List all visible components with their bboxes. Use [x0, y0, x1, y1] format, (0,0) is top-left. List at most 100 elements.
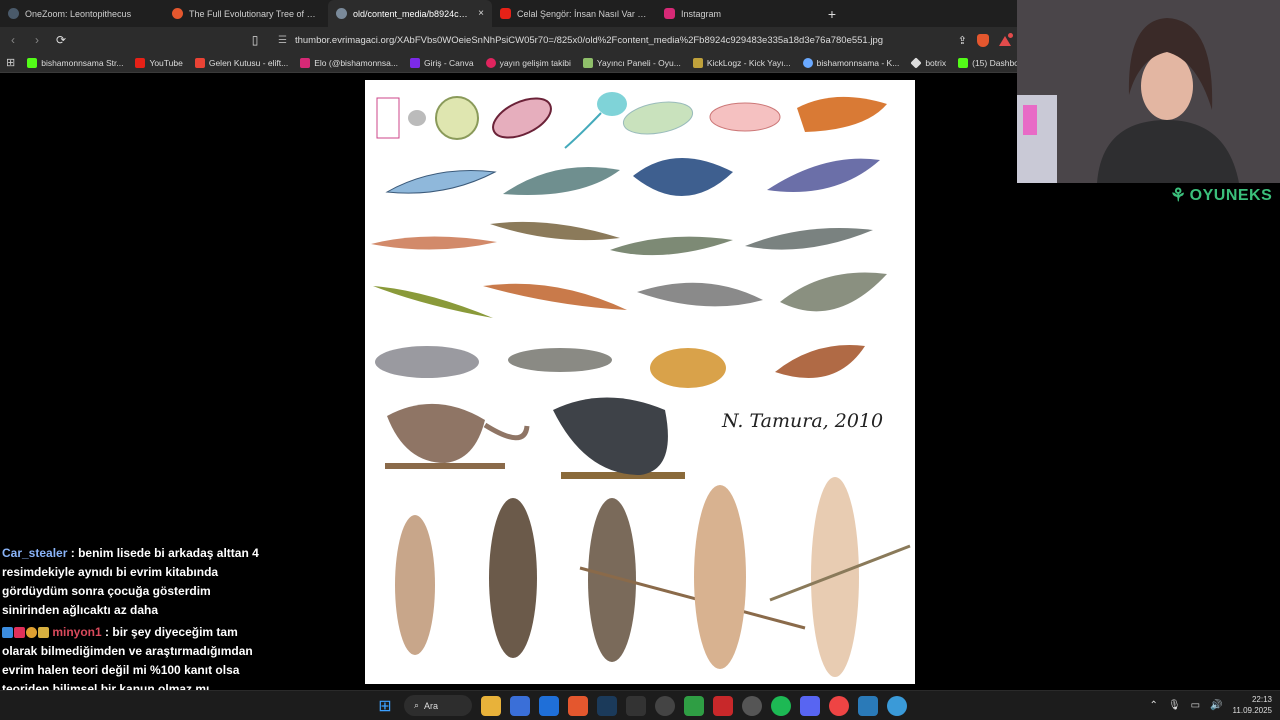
search-label: Ara — [424, 700, 439, 711]
webcam-feed — [1017, 0, 1280, 183]
botrix-icon — [910, 56, 922, 69]
app-icon[interactable] — [858, 695, 878, 716]
back-arrow-icon[interactable]: ‹ — [6, 33, 20, 47]
system-tray: ⌃ 🎙 ▭ 🔊 22:13 11.09.2025 — [1150, 694, 1272, 716]
url-field[interactable]: ☰ thumbor.evrimagaci.org/XAbFVbs0WOeieSn… — [272, 30, 948, 50]
bookmark-item[interactable]: YouTube — [135, 57, 183, 68]
tab-evolutionary-tree[interactable]: The Full Evolutionary Tree of Human — [164, 0, 328, 27]
worm — [797, 96, 887, 132]
tetrapodomorph — [371, 236, 497, 250]
bookmark-label: yayın gelişim takibi — [499, 57, 571, 68]
tab-label: old/content_media/b8924c929483 — [353, 8, 472, 19]
forward-arrow-icon[interactable]: › — [30, 33, 44, 47]
dashboard-icon — [958, 57, 969, 68]
address-bar-row: ‹ › ⟳ ▯ ☰ thumbor.evrimagaci.org/XAbFVbs… — [0, 27, 1017, 53]
evolution-drawing — [371, 92, 911, 677]
bacterium-cluster — [408, 110, 426, 126]
bookmark-label: botrix — [925, 57, 947, 68]
bookmark-label: YouTube — [149, 57, 183, 68]
bookmark-label: KickLogz - Kick Yayı... — [706, 57, 791, 68]
bookmark-icon[interactable]: ▯ — [248, 33, 262, 47]
globe-icon[interactable] — [887, 695, 907, 716]
obs-icon[interactable] — [655, 695, 675, 716]
chat-message: Car_stealer : benim lisede bi arkadaş al… — [2, 544, 260, 620]
volume-icon[interactable]: 🔊 — [1210, 700, 1222, 711]
bookmark-item[interactable]: botrix — [910, 56, 947, 69]
early-primate — [650, 348, 726, 388]
settings-gear-icon[interactable] — [742, 695, 762, 716]
bookmark-item[interactable]: yayın gelişim takibi — [485, 57, 571, 68]
tab-instagram[interactable]: Instagram — [656, 0, 820, 27]
cynodont — [637, 282, 763, 307]
tab-onezoom[interactable]: OneZoom: Leontopithecus — [0, 0, 164, 27]
display-icon[interactable]: ▭ — [1191, 700, 1200, 711]
xbox-icon[interactable] — [684, 695, 704, 716]
bookmarks-bar: ⊞ bishamonnsama Str... YouTube Gelen Kut… — [0, 53, 1056, 73]
tab-label: OneZoom: Leontopithecus — [25, 8, 132, 19]
youtube-favicon-icon — [500, 8, 511, 19]
taskbar-search[interactable]: ⌕ Ara — [404, 695, 472, 716]
lizard — [373, 286, 493, 318]
file-explorer-icon[interactable] — [481, 695, 501, 716]
shrew-like-mammal — [375, 346, 479, 378]
tab-celal-sengor[interactable]: Celal Şengör: İnsan Nasıl Var Oldu? — [492, 0, 656, 27]
globe-favicon-icon — [336, 8, 347, 19]
reload-icon[interactable]: ⟳ — [54, 33, 68, 47]
evolution-illustration[interactable]: N. Tamura, 2010 — [365, 80, 915, 684]
branch — [385, 463, 505, 469]
windows-start-icon[interactable]: ⊞ — [375, 696, 395, 716]
epic-games-icon[interactable] — [626, 695, 646, 716]
led-light — [1023, 105, 1037, 135]
bookmark-item[interactable]: KickLogz - Kick Yayı... — [692, 57, 791, 68]
instagram-icon — [300, 57, 311, 68]
site-settings-icon[interactable]: ☰ — [278, 35, 287, 46]
chevron-up-icon[interactable]: ⌃ — [1150, 700, 1158, 711]
bookmark-item[interactable]: Elo (@bishamonnsa... — [300, 57, 398, 68]
spotify-icon[interactable] — [771, 695, 791, 716]
clock[interactable]: 22:13 11.09.2025 — [1233, 694, 1272, 716]
apps-grid-icon[interactable]: ⊞ — [6, 56, 15, 69]
brand-text: OYUNEKS — [1189, 186, 1273, 204]
oyuneks-logo-icon: ⚘ — [1170, 185, 1187, 205]
browser-actions: ⇪ — [958, 32, 1014, 47]
browser-tab-strip: OneZoom: Leontopithecus The Full Evoluti… — [0, 0, 1017, 27]
placoderm-fish — [633, 157, 733, 197]
amphibian — [490, 221, 620, 241]
store-icon[interactable] — [510, 695, 530, 716]
steam-icon[interactable] — [597, 695, 617, 716]
streamer-face — [1141, 52, 1193, 120]
clock-time: 22:13 — [1251, 695, 1272, 704]
tab-label: The Full Evolutionary Tree of Human — [189, 8, 320, 19]
chrome-icon[interactable] — [829, 695, 849, 716]
oyuneks-brand: ⚘ OYUNEKS — [1170, 185, 1272, 206]
brave-shield-icon[interactable] — [977, 33, 989, 47]
bookmark-label: Giriş - Canva — [423, 57, 474, 68]
kick-icon — [27, 57, 38, 68]
share-icon[interactable]: ⇪ — [958, 34, 967, 47]
lancelet — [385, 170, 497, 194]
url-text: thumbor.evrimagaci.org/XAbFVbs0WOeieSnNh… — [294, 34, 884, 46]
outlook-icon[interactable] — [539, 695, 559, 716]
close-tab-icon[interactable]: × — [478, 8, 484, 19]
ape — [553, 397, 668, 475]
new-tab-button[interactable]: + — [820, 0, 844, 27]
tab-content-media[interactable]: old/content_media/b8924c929483 × — [328, 0, 492, 27]
game-launcher-icon[interactable] — [713, 695, 733, 716]
brave-rewards-icon[interactable] — [999, 32, 1014, 46]
bookmark-item[interactable]: Yayıncı Paneli - Oyu... — [582, 57, 681, 68]
bookmark-item[interactable]: Giriş - Canva — [409, 57, 474, 68]
canva-icon — [409, 57, 420, 68]
tree-shrew — [508, 348, 612, 372]
early-tetrapod — [610, 236, 733, 256]
bookmark-item[interactable]: bishamonnsama Str... — [27, 57, 123, 68]
artist-signature: N. Tamura, 2010 — [722, 410, 884, 432]
gmail-icon — [194, 57, 205, 68]
microphone-icon[interactable]: 🎙 — [1168, 700, 1181, 711]
bookmark-item[interactable]: bishamonnsama - K... — [802, 57, 899, 68]
brave-icon[interactable] — [568, 695, 588, 716]
bookmark-item[interactable]: Gelen Kutusu - elift... — [194, 57, 288, 68]
therapsid — [780, 272, 887, 312]
discord-icon[interactable] — [800, 695, 820, 716]
instagram-favicon-icon — [664, 8, 675, 19]
badge-icon — [26, 627, 37, 638]
